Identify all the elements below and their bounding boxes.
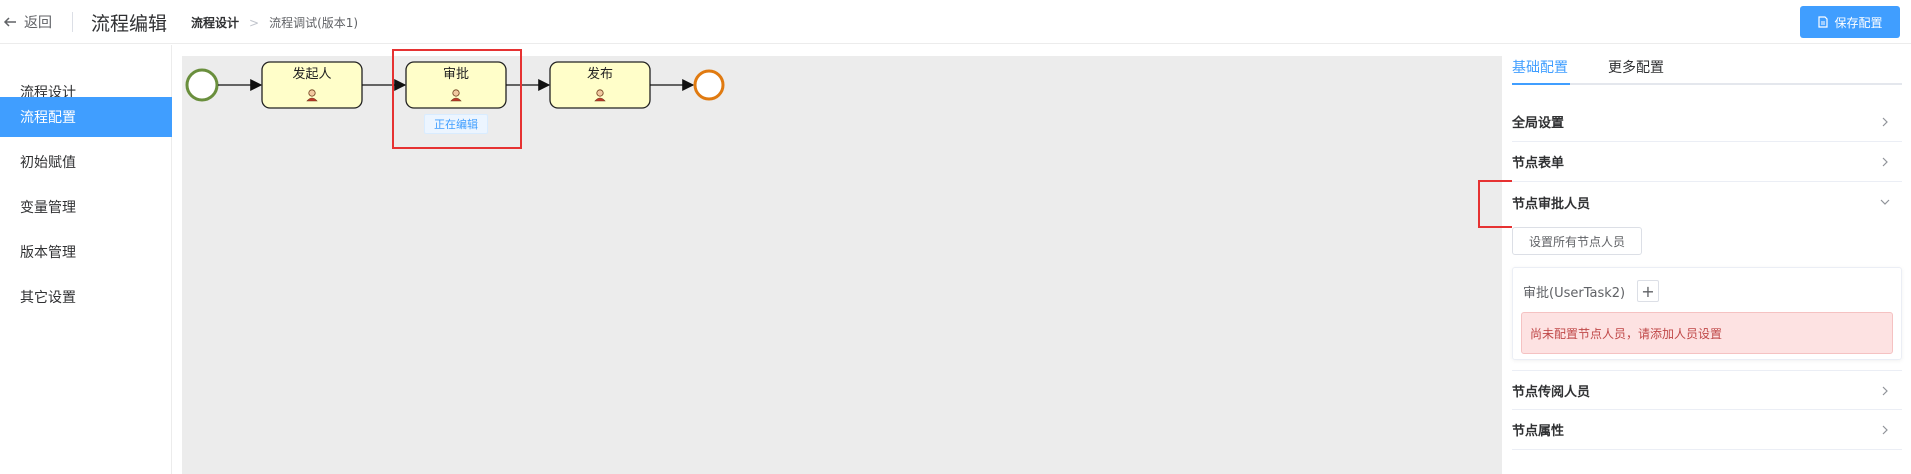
breadcrumb-separator: > [249,15,260,30]
save-config-button[interactable]: 保存配置 [1800,6,1900,38]
process-canvas[interactable]: 发起人 审批 发布 正在编辑 [182,56,1502,474]
warning-alert: 尚未配置节点人员，请添加人员设置 [1521,312,1893,354]
section-label: 节点表单 [1512,156,1565,171]
chevron-right-icon [1882,386,1888,396]
breadcrumb-item-current: 流程调试(版本1) [269,16,359,30]
section-node-approvers[interactable]: 节点审批人员 [1512,182,1902,222]
divider [72,12,73,32]
save-config-label: 保存配置 [1834,15,1883,30]
node-approver-card: 审批(UserTask2) + 尚未配置节点人员，请添加人员设置 [1512,267,1902,360]
section-label: 节点传阅人员 [1512,384,1591,400]
section-global-settings[interactable]: 全局设置 [1512,102,1902,142]
arrow-left-icon [3,17,16,27]
sidebar-item-other-settings[interactable]: 其它设置 [0,277,172,317]
chevron-right-icon [1882,157,1888,167]
start-event[interactable] [185,68,219,102]
task-label-initiator: 发起人 [292,67,332,82]
tab-more-config[interactable]: 更多配置 [1608,57,1664,77]
section-label: 节点审批人员 [1512,196,1591,212]
document-icon [1818,16,1829,28]
chevron-right-icon [1882,117,1888,127]
tab-basic-config[interactable]: 基础配置 [1512,57,1568,77]
sidebar-item-init-values[interactable]: 初始赋值 [0,142,172,182]
sidebar-item-versions[interactable]: 版本管理 [0,232,172,272]
end-event[interactable] [693,69,725,101]
section-label: 节点属性 [1512,424,1565,439]
highlight-box-task [392,49,522,149]
sidebar: 流程设计 流程配置 初始赋值 变量管理 版本管理 其它设置 [0,45,172,474]
page-title: 流程编辑 [91,13,168,35]
top-bar: 返回 流程编辑 流程设计 > 流程调试(版本1) 保存配置 [0,0,1911,44]
sidebar-item-config[interactable]: 流程配置 [0,97,172,137]
breadcrumb-item-design[interactable]: 流程设计 [191,14,239,31]
chevron-down-icon [1880,199,1890,205]
node-title: 审批(UserTask2) [1523,286,1626,301]
panel-tabs: 基础配置 更多配置 [1512,45,1902,85]
section-node-properties[interactable]: 节点属性 [1512,410,1902,450]
process-diagram [185,61,725,109]
chevron-right-icon [1882,425,1888,435]
back-button[interactable]: 返回 [2,11,52,33]
set-all-nodes-button[interactable]: 设置所有节点人员 [1512,227,1642,255]
section-node-form[interactable]: 节点表单 [1512,142,1902,182]
back-label: 返回 [24,15,52,31]
add-approver-button[interactable]: + [1637,280,1659,302]
task-label-publish: 发布 [586,67,613,82]
section-node-cc[interactable]: 节点传阅人员 [1512,370,1902,410]
tab-active-indicator [1512,83,1570,85]
breadcrumb: 流程设计 > 流程调试(版本1) [191,14,358,31]
sidebar-item-variables[interactable]: 变量管理 [0,187,172,227]
config-panel: 基础配置 更多配置 全局设置 节点表单 节点审批人员 设置所有节点人员 审批(U… [1512,45,1911,474]
section-label: 全局设置 [1512,116,1565,131]
